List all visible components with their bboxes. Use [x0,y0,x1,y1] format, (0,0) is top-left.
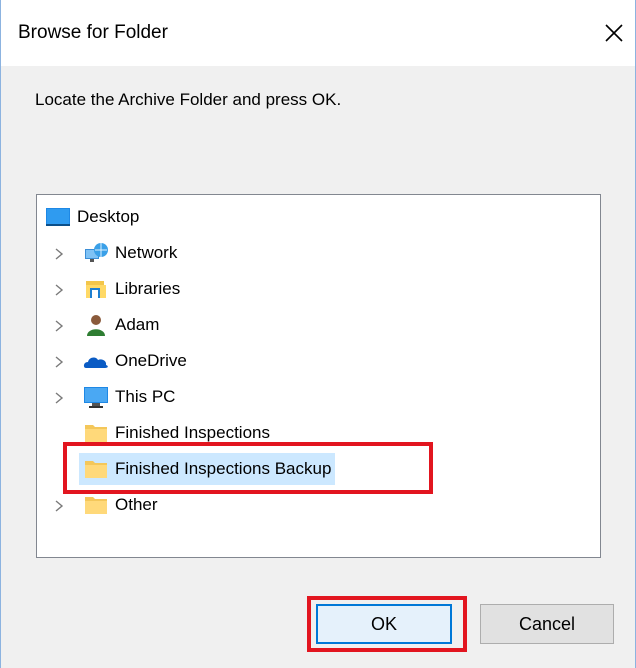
close-icon [605,24,623,42]
tree-item-network[interactable]: Network [55,237,178,269]
tree-item-label: Finished Inspections Backup [115,459,332,478]
folder-tree[interactable]: Desktop Network Libraries Adam OneDrive … [36,194,601,558]
chevron-right-icon[interactable] [53,248,65,260]
close-button[interactable] [597,16,631,50]
dialog-title: Browse for Folder [18,22,168,43]
desktop-icon [46,208,70,226]
tree-item-finished-inspections-backup[interactable]: Finished Inspections Backup [79,453,336,485]
tree-item-label: Desktop [77,207,140,226]
tree-item-adam[interactable]: Adam [55,309,160,341]
libraries-icon [86,281,106,298]
ok-button[interactable]: OK [316,604,452,644]
tree-item-label: OneDrive [115,351,187,370]
tree-item-label: Other [115,495,158,514]
chevron-right-icon[interactable] [53,356,65,368]
tree-item-finished-inspections[interactable]: Finished Inspections [83,417,270,449]
cancel-button-label: Cancel [518,613,576,634]
tree-item-other[interactable]: Other [55,489,158,521]
tree-item-onedrive[interactable]: OneDrive [55,345,187,377]
folder-icon [85,497,107,514]
ok-button-label: OK [370,613,397,634]
tree-item-desktop[interactable]: Desktop [45,201,139,233]
tree-item-label: Network [115,243,178,262]
browse-for-folder-dialog: Browse for Folder Locate the Archive Fol… [0,0,636,668]
tree-item-libraries[interactable]: Libraries [55,273,181,305]
cancel-button[interactable]: Cancel [480,604,614,644]
title-bar: Browse for Folder [1,0,635,66]
tree-item-this-pc[interactable]: This PC [55,381,176,413]
network-icon [85,243,108,262]
chevron-right-icon[interactable] [53,500,65,512]
instruction-text: Locate the Archive Folder and press OK. [35,90,342,109]
tree-item-label: Finished Inspections [115,423,270,442]
user-icon [87,315,105,336]
folder-icon [85,461,107,478]
chevron-right-icon[interactable] [53,320,65,332]
tree-item-label: Libraries [115,279,181,298]
tree-item-label: Adam [115,315,160,334]
onedrive-icon [83,357,108,368]
tree-item-label: This PC [115,387,176,406]
computer-icon [84,387,108,408]
folder-icon [85,425,107,442]
chevron-right-icon[interactable] [53,392,65,404]
chevron-right-icon[interactable] [53,284,65,296]
